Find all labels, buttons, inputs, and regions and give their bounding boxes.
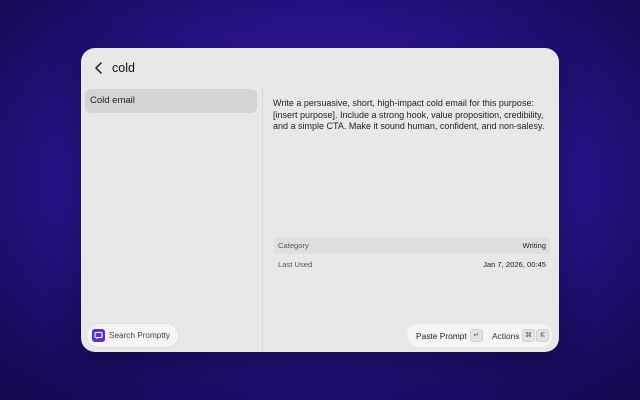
paste-prompt-button[interactable]: Paste Prompt ↵ bbox=[410, 324, 483, 347]
search-bar bbox=[81, 48, 559, 88]
meta-key: Last Used bbox=[278, 260, 313, 269]
meta-row-category: Category Writing bbox=[274, 237, 550, 254]
meta-row-last-used: Last Used Jan 7, 2026, 00:45 bbox=[274, 256, 550, 273]
actions-label: Actions bbox=[492, 331, 520, 341]
list-item-label: Cold email bbox=[90, 95, 135, 106]
chevron-left-icon[interactable] bbox=[91, 60, 107, 76]
app-name-button[interactable]: Search Promptty bbox=[87, 324, 178, 347]
meta-key: Category bbox=[278, 241, 309, 250]
command-key-icon: ⌘ bbox=[522, 329, 535, 342]
detail-panel: Write a persuasive, short, high-impact c… bbox=[263, 88, 559, 352]
return-key-icon: ↵ bbox=[470, 329, 483, 342]
app-name-label: Search Promptty bbox=[109, 331, 170, 340]
prompt-text: Write a persuasive, short, high-impact c… bbox=[273, 98, 545, 131]
search-input[interactable] bbox=[112, 59, 492, 77]
action-bar: Paste Prompt ↵ Actions ⌘ K bbox=[407, 324, 552, 347]
actions-button[interactable]: Actions ⌘ K bbox=[486, 324, 550, 347]
k-key: K bbox=[536, 329, 549, 342]
meta-value: Writing bbox=[522, 241, 547, 250]
results-list: Cold email bbox=[81, 88, 263, 352]
paste-prompt-label: Paste Prompt bbox=[416, 331, 467, 341]
launcher-window: Cold email Write a persuasive, short, hi… bbox=[81, 48, 559, 352]
promptty-logo-icon bbox=[92, 329, 105, 342]
meta-value: Jan 7, 2026, 00:45 bbox=[483, 260, 546, 269]
list-item-cold-email[interactable]: Cold email bbox=[85, 89, 257, 113]
